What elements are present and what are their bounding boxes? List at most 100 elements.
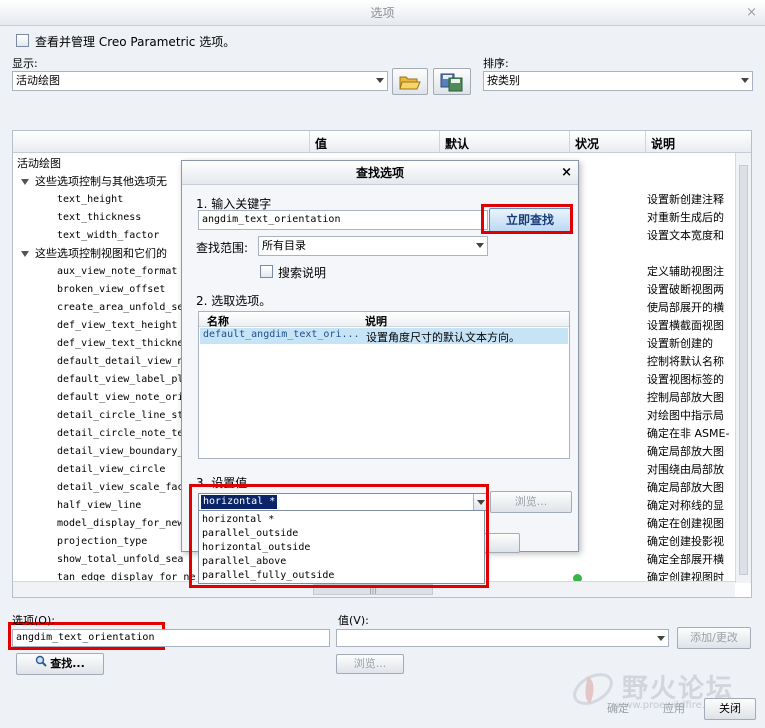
table-cell-description: 设置横截面视图 bbox=[647, 319, 724, 332]
column-divider bbox=[439, 131, 440, 153]
table-cell-description: 设置文本宽度和 bbox=[647, 229, 724, 242]
table-row[interactable]: default_detail_view_n bbox=[57, 353, 183, 371]
add-change-button[interactable]: 添加/更改 bbox=[677, 627, 751, 649]
result-name: default_angdim_text_ori... bbox=[203, 329, 360, 340]
table-row[interactable]: half_view_line bbox=[57, 497, 141, 515]
column-header-description[interactable]: 说明 bbox=[651, 135, 675, 152]
table-row[interactable]: default_view_label_pl bbox=[57, 371, 183, 389]
table-cell-description: 确定对称线的显 bbox=[647, 499, 724, 512]
results-list[interactable]: 名称 说明 default_angdim_text_ori... 设置角度尺寸的… bbox=[198, 311, 570, 459]
scope-select[interactable]: 所有目录 bbox=[258, 236, 488, 256]
ok-button[interactable]: 确定 bbox=[592, 698, 644, 720]
table-row[interactable]: detail_view_circle bbox=[57, 461, 165, 479]
table-row[interactable]: detail_circle_note_te bbox=[57, 425, 183, 443]
sort-select-value: 按类别 bbox=[487, 74, 520, 87]
chevron-down-icon bbox=[657, 636, 665, 641]
highlight-set-value bbox=[189, 484, 489, 588]
expand-triangle-icon[interactable] bbox=[21, 179, 29, 185]
column-divider bbox=[569, 131, 570, 153]
table-cell-description: 确定全部展开横 bbox=[647, 553, 724, 566]
chevron-down-icon bbox=[476, 243, 484, 248]
manage-options-label: 查看并管理 Creo Parametric 选项。 bbox=[35, 35, 236, 49]
search-description-label: 搜索说明 bbox=[278, 266, 327, 280]
keyword-input[interactable]: angdim_text_orientation bbox=[198, 210, 488, 230]
table-row[interactable]: aux_view_note_format bbox=[57, 263, 177, 281]
close-button[interactable]: 关闭 bbox=[704, 698, 756, 720]
dialog-browse-button[interactable]: 浏览... bbox=[490, 491, 572, 513]
table-cell-description: 对围绕由局部放 bbox=[647, 463, 724, 476]
table-row[interactable]: show_total_unfold_sea bbox=[57, 551, 183, 569]
column-divider bbox=[645, 131, 646, 153]
table-cell-description: 使局部展开的横 bbox=[647, 301, 724, 314]
table-cell-description: 控制局部放大图 bbox=[647, 391, 724, 404]
table-row[interactable]: detail_view_scale_fac bbox=[57, 479, 183, 497]
table-row[interactable]: text_thickness bbox=[57, 209, 141, 227]
table-cell-description: 设置视图标签的 bbox=[647, 373, 724, 386]
table-cell-description: 定义辅助视图注 bbox=[647, 265, 724, 278]
table-row[interactable]: def_view_text_thickne bbox=[57, 335, 183, 353]
search-description-checkbox[interactable] bbox=[260, 265, 273, 278]
sort-select[interactable]: 按类别 bbox=[483, 71, 753, 91]
find-button-label: 查找... bbox=[50, 657, 85, 670]
find-button[interactable]: 查找... bbox=[16, 653, 104, 675]
results-list-header: 名称 说明 bbox=[199, 312, 569, 329]
close-icon[interactable]: × bbox=[561, 165, 572, 180]
list-item[interactable]: default_angdim_text_ori... 设置角度尺寸的默认文本方向… bbox=[200, 328, 568, 344]
table-row[interactable]: broken_view_offset bbox=[57, 281, 165, 299]
window-close-icon[interactable]: × bbox=[746, 5, 757, 20]
manage-options-checkbox[interactable] bbox=[16, 34, 29, 47]
table-row[interactable]: default_view_note_ori bbox=[57, 389, 183, 407]
column-header-description[interactable]: 说明 bbox=[365, 313, 387, 329]
option-label: 选项(O): bbox=[12, 614, 55, 627]
tree-root-item[interactable]: 活动绘图 bbox=[17, 155, 61, 173]
table-row[interactable]: text_height bbox=[57, 191, 123, 209]
save-config-button[interactable] bbox=[433, 68, 471, 95]
table-row[interactable]: text_width_factor bbox=[57, 227, 159, 245]
display-label: 显示: bbox=[12, 57, 38, 70]
column-header-name[interactable]: 名称 bbox=[207, 313, 229, 329]
column-header-value[interactable]: 值 bbox=[315, 135, 327, 152]
table-cell-description: 设置新创建注释 bbox=[647, 193, 724, 206]
column-divider bbox=[309, 131, 310, 153]
display-select-value: 活动绘图 bbox=[16, 74, 60, 87]
table-row[interactable]: create_area_unfold_se bbox=[57, 299, 183, 317]
display-select[interactable]: 活动绘图 bbox=[12, 71, 388, 91]
table-row[interactable]: detail_view_boundary_ bbox=[57, 443, 183, 461]
table-row[interactable]: projection_type bbox=[57, 533, 147, 551]
table-cell-description: 对绘图中指示局 bbox=[647, 409, 724, 422]
column-header-status[interactable]: 状况 bbox=[575, 135, 599, 152]
table-cell-description: 控制将默认名称 bbox=[647, 355, 724, 368]
step2-label: 2. 选取选项。 bbox=[196, 294, 272, 308]
dialog-title: 查找选项 bbox=[182, 161, 578, 185]
group-label: 这些选项控制视图和它们的 bbox=[35, 247, 167, 260]
scope-select-value: 所有目录 bbox=[262, 239, 306, 252]
chevron-down-icon bbox=[741, 78, 749, 83]
window-title: 选项 bbox=[370, 6, 395, 20]
window-title-bar: 选项 bbox=[0, 0, 765, 26]
option-input[interactable]: angdim_text_orientation bbox=[12, 629, 330, 647]
folder-open-icon bbox=[399, 76, 421, 90]
tree-group-item[interactable]: 这些选项控制视图和它们的 bbox=[21, 245, 167, 263]
scroll-thumb[interactable] bbox=[739, 165, 748, 575]
table-cell-description: 确定局部放大图 bbox=[647, 481, 724, 494]
value-select[interactable] bbox=[336, 629, 669, 647]
table-cell-description: 设置破断视图两 bbox=[647, 283, 724, 296]
tree-group-item[interactable]: 这些选项控制与其他选项无 bbox=[21, 173, 167, 191]
table-cell-description: 确定创建投影视 bbox=[647, 535, 724, 548]
sort-label: 排序: bbox=[483, 57, 509, 70]
table-header: 值 默认 状况 说明 bbox=[13, 131, 751, 153]
table-cell-description: 确定在非 ASME- bbox=[647, 427, 730, 440]
open-config-button[interactable] bbox=[392, 68, 428, 95]
column-header-default[interactable]: 默认 bbox=[445, 135, 469, 152]
group-label: 这些选项控制与其他选项无 bbox=[35, 175, 167, 188]
table-cell-description: 确定在创建视图 bbox=[647, 517, 724, 530]
table-row[interactable]: def_view_text_height bbox=[57, 317, 177, 335]
table-vertical-scrollbar[interactable] bbox=[735, 153, 751, 583]
apply-button[interactable]: 应用 bbox=[648, 698, 700, 720]
expand-triangle-icon[interactable] bbox=[21, 251, 29, 257]
result-description: 设置角度尺寸的默认文本方向。 bbox=[366, 331, 520, 344]
table-row[interactable]: detail_circle_line_st bbox=[57, 407, 183, 425]
browse-button[interactable]: 浏览... bbox=[336, 654, 404, 674]
search-icon bbox=[35, 654, 47, 674]
table-row[interactable]: model_display_for_new bbox=[57, 515, 183, 533]
